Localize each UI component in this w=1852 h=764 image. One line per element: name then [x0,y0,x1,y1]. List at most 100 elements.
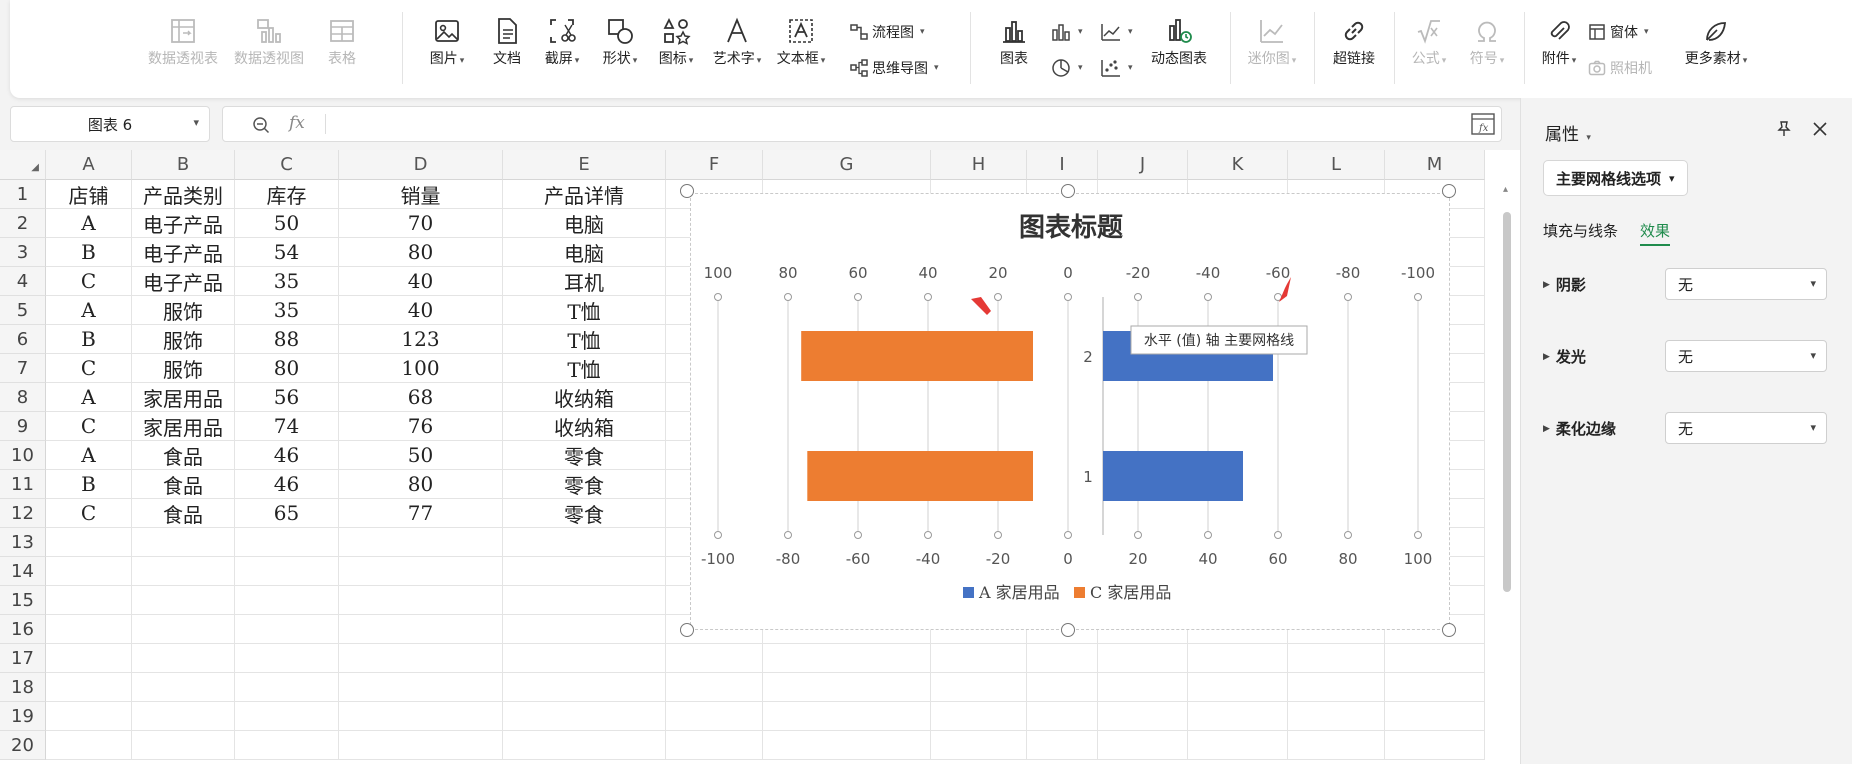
cell-a17[interactable] [46,644,132,673]
gridline-handle[interactable] [1134,293,1142,301]
gridline-handle[interactable] [1204,531,1212,539]
cell-e15[interactable] [503,586,666,615]
chart-title[interactable]: 图表标题 [1019,213,1123,243]
resize-handle-bottom[interactable] [1061,623,1075,637]
cell-d14[interactable] [339,557,503,586]
table-button[interactable]: 表格 [312,16,372,68]
scatter-chart-dropdown[interactable]: ▾ [1100,58,1133,78]
cell-c12[interactable]: 65 [235,499,339,528]
symbol-button[interactable]: 符号 ▾ [1462,16,1512,70]
cell-c4[interactable]: 35 [235,267,339,296]
cell-m20[interactable] [1385,731,1485,760]
cell-c2[interactable]: 50 [235,209,339,238]
expand-triangle-icon[interactable]: ▶ [1543,352,1550,362]
cell-e8[interactable]: 收纳箱 [503,383,666,412]
cell-d5[interactable]: 40 [339,296,503,325]
vertical-scrollbar[interactable]: ▴ [1500,182,1514,762]
row-header-4[interactable]: 4 [0,267,46,296]
row-header-14[interactable]: 14 [0,557,46,586]
column-header-h[interactable]: H [931,150,1027,180]
cell-e2[interactable]: 电脑 [503,209,666,238]
fx-label[interactable]: fx [289,113,305,133]
gridline-options-dropdown[interactable]: 主要网格线选项 ▾ [1543,160,1688,196]
cell-c11[interactable]: 46 [235,470,339,499]
cell-d2[interactable]: 70 [339,209,503,238]
cell-b10[interactable]: 食品 [132,441,235,470]
cell-b11[interactable]: 食品 [132,470,235,499]
bar-c-2[interactable] [801,331,1033,381]
resize-handle-top[interactable] [1061,184,1075,198]
column-header-k[interactable]: K [1188,150,1288,180]
cell-c6[interactable]: 88 [235,325,339,354]
cell-d6[interactable]: 123 [339,325,503,354]
cell-c8[interactable]: 56 [235,383,339,412]
name-box[interactable]: 图表 6 ▾ [10,106,210,142]
cell-j18[interactable] [1098,673,1188,702]
cell-a20[interactable] [46,731,132,760]
column-header-f[interactable]: F [666,150,763,180]
cell-a15[interactable] [46,586,132,615]
row-header-15[interactable]: 15 [0,586,46,615]
column-header-d[interactable]: D [339,150,503,180]
cell-e17[interactable] [503,644,666,673]
cell-a1[interactable]: 店铺 [46,180,132,209]
cell-b1[interactable]: 产品类别 [132,180,235,209]
row-header-12[interactable]: 12 [0,499,46,528]
effect-row-1[interactable]: ▶ 发光 [1543,346,1586,367]
cell-g20[interactable] [763,731,931,760]
textbox-button[interactable]: 文本框 ▾ [770,16,832,70]
cell-b9[interactable]: 家居用品 [132,412,235,441]
cell-k18[interactable] [1188,673,1288,702]
cell-e7[interactable]: T恤 [503,354,666,383]
close-icon[interactable] [1811,120,1829,138]
cell-a3[interactable]: B [46,238,132,267]
cell-a2[interactable]: A [46,209,132,238]
column-header-a[interactable]: A [46,150,132,180]
cell-l18[interactable] [1288,673,1385,702]
cell-d8[interactable]: 68 [339,383,503,412]
gridline-handle[interactable] [924,531,932,539]
document-button[interactable]: 文档 [482,16,532,68]
cell-e3[interactable]: 电脑 [503,238,666,267]
more-material-button[interactable]: 更多素材 ▾ [1670,16,1762,70]
cell-g17[interactable] [763,644,931,673]
pie-chart-dropdown[interactable]: ▾ [1050,58,1083,78]
cell-b8[interactable]: 家居用品 [132,383,235,412]
legend-label-a[interactable]: A 家居用品 [978,583,1060,602]
column-header-g[interactable]: G [763,150,931,180]
column-header-b[interactable]: B [132,150,235,180]
cell-b6[interactable]: 服饰 [132,325,235,354]
cell-e18[interactable] [503,673,666,702]
cell-c19[interactable] [235,702,339,731]
row-header-3[interactable]: 3 [0,238,46,267]
cell-e4[interactable]: 耳机 [503,267,666,296]
cell-a14[interactable] [46,557,132,586]
cell-b20[interactable] [132,731,235,760]
cell-e5[interactable]: T恤 [503,296,666,325]
sparkline-button[interactable]: 迷你图 ▾ [1242,16,1302,70]
gridline-handle[interactable] [854,531,862,539]
gridline-handle[interactable] [994,531,1002,539]
cell-e12[interactable]: 零食 [503,499,666,528]
cell-d19[interactable] [339,702,503,731]
expand-triangle-icon[interactable]: ▶ [1543,424,1550,434]
cell-h19[interactable] [931,702,1027,731]
row-header-10[interactable]: 10 [0,441,46,470]
cell-c5[interactable]: 35 [235,296,339,325]
cell-j20[interactable] [1098,731,1188,760]
scrollbar-thumb[interactable] [1503,212,1511,592]
resize-handle-bottom-right[interactable] [1442,623,1456,637]
row-header-16[interactable]: 16 [0,615,46,644]
cell-d4[interactable]: 40 [339,267,503,296]
cell-b4[interactable]: 电子产品 [132,267,235,296]
cell-d15[interactable] [339,586,503,615]
resize-handle-top-right[interactable] [1442,184,1456,198]
gridline-handle[interactable] [1274,531,1282,539]
gridline-handle[interactable] [784,531,792,539]
cell-f19[interactable] [666,702,763,731]
cell-d18[interactable] [339,673,503,702]
chart-area[interactable]: 图表标题 100 80 60 40 20 0 -20 -40 -60 -80 -100 -100 -80-… [690,193,1450,630]
cell-j17[interactable] [1098,644,1188,673]
resize-handle-bottom-left[interactable] [680,623,694,637]
expand-triangle-icon[interactable]: ▶ [1543,280,1550,290]
